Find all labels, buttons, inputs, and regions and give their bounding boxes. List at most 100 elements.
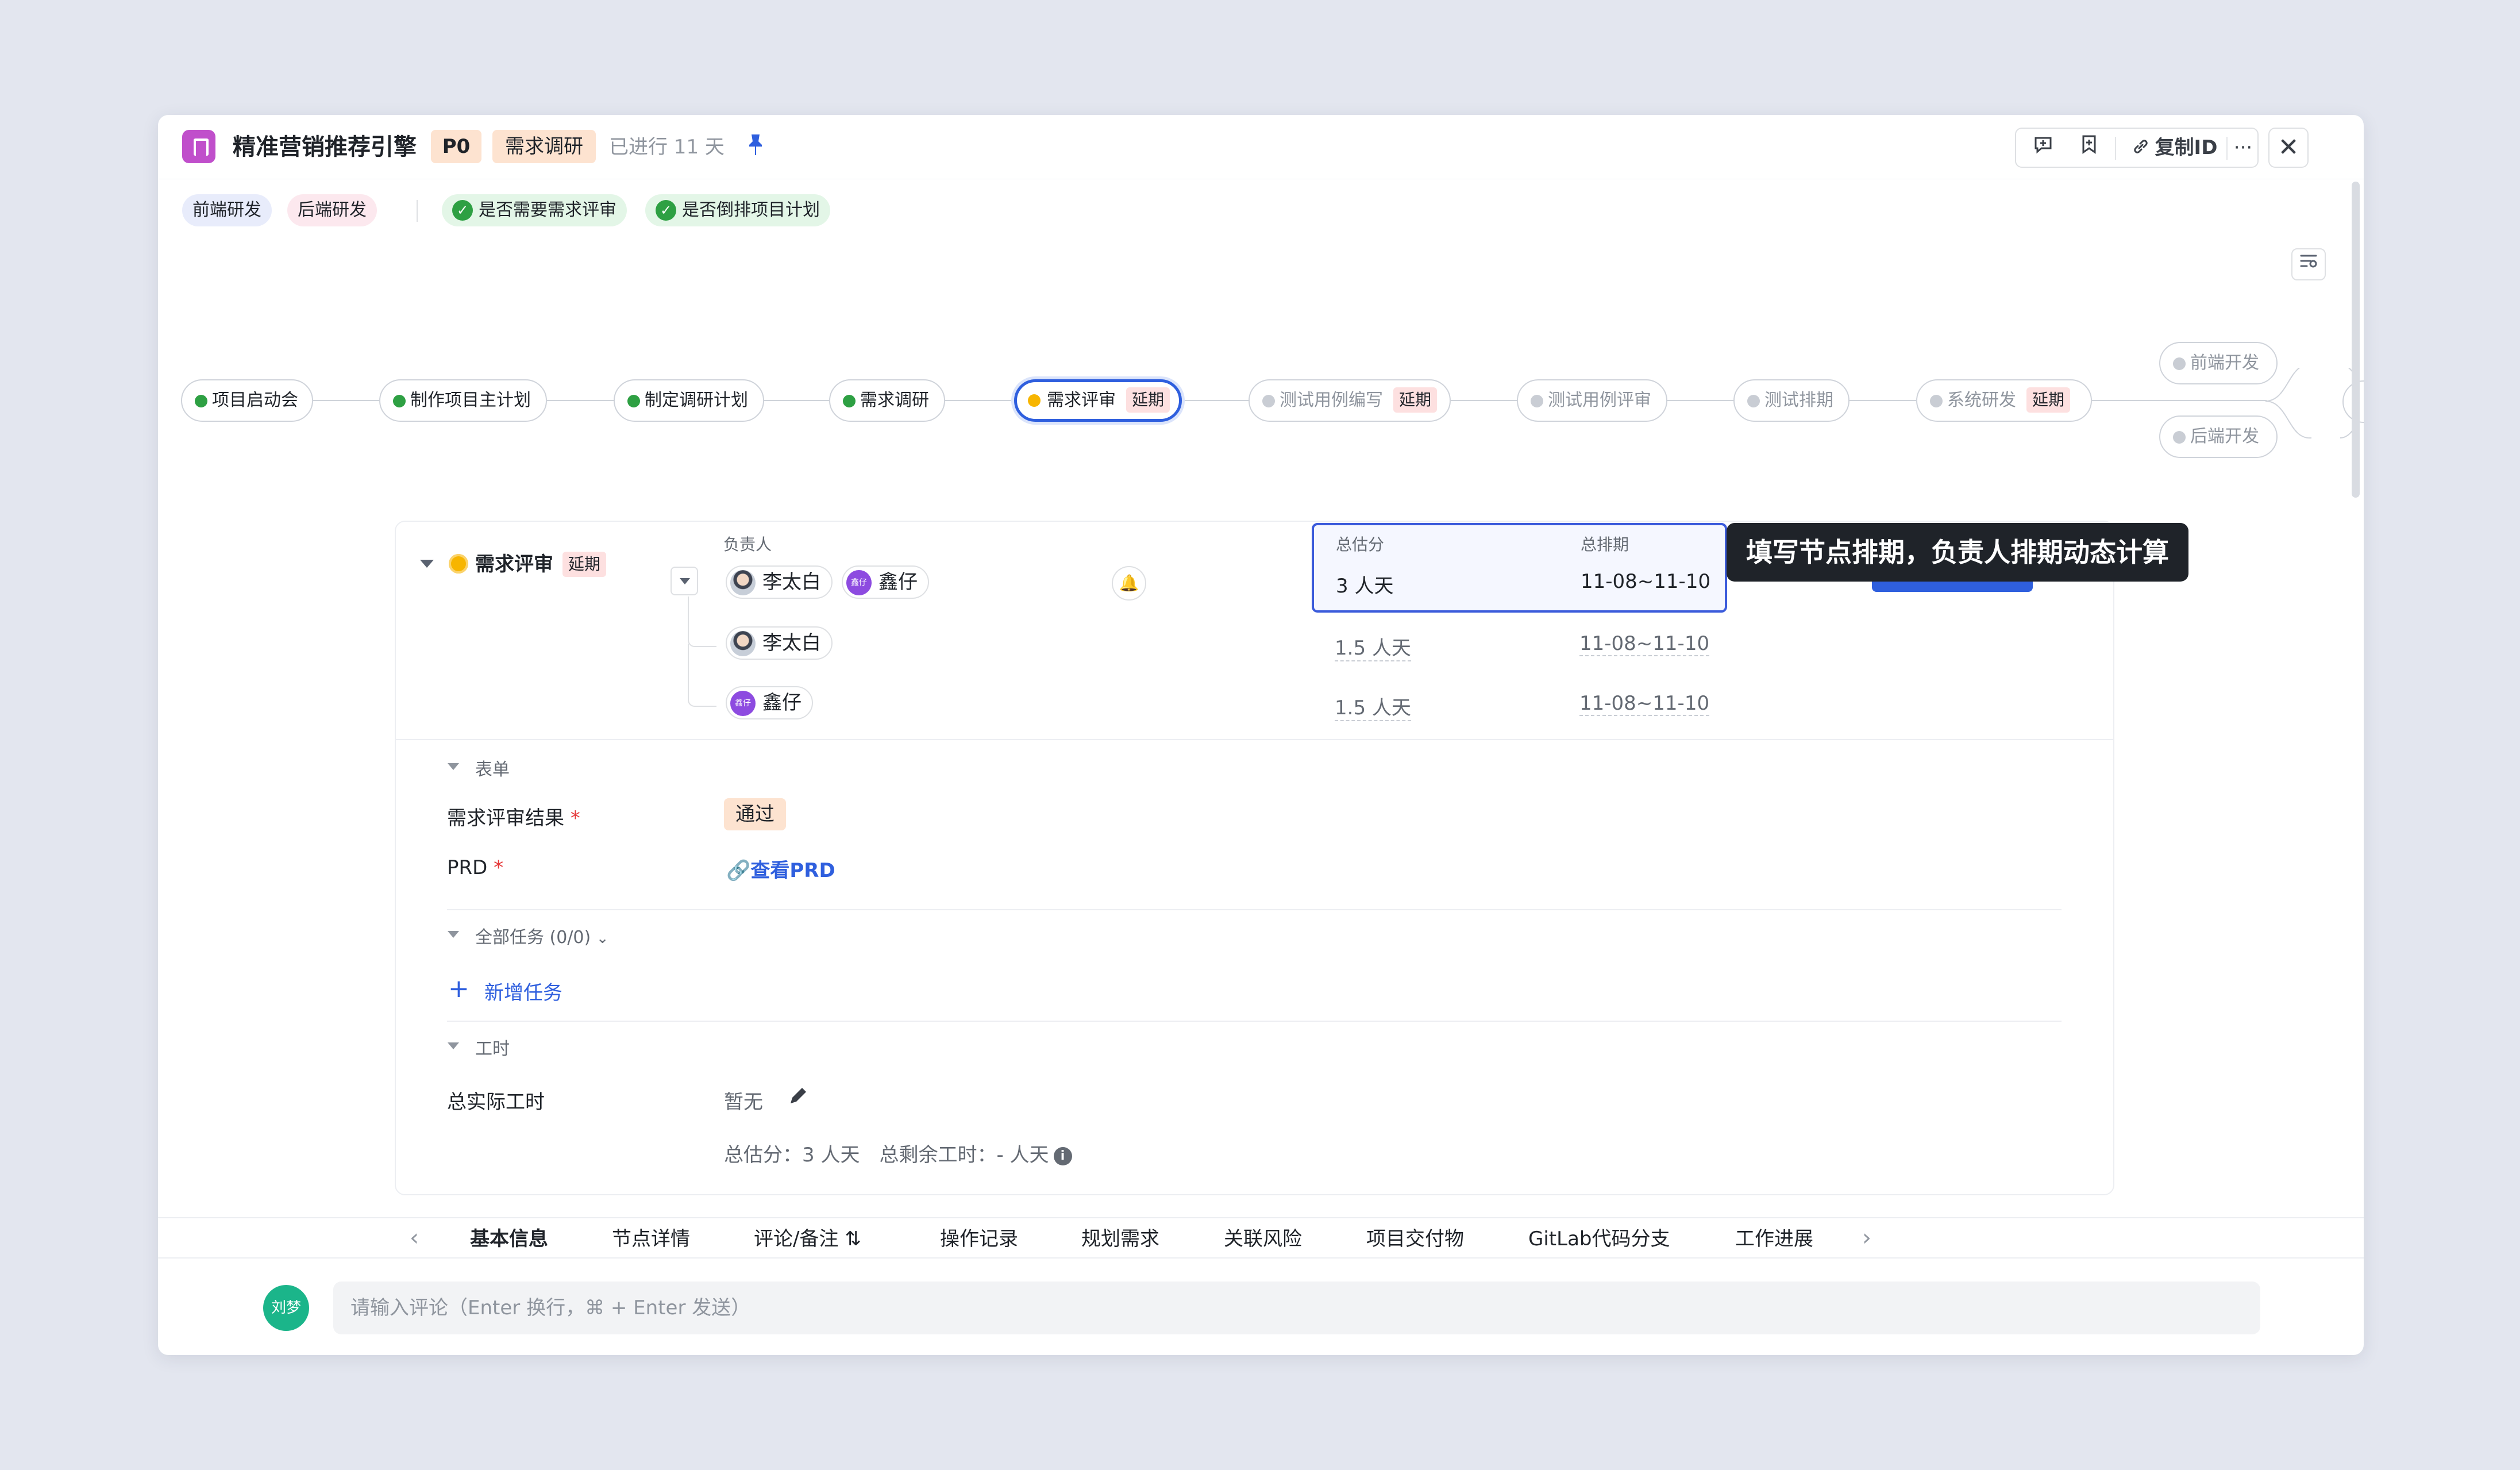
tab-gitlab-branches[interactable]: GitLab代码分支 [1528, 1226, 1670, 1252]
tag-divider [417, 200, 418, 222]
status-dot [1747, 395, 1760, 407]
delay-badge: 延期 [2026, 387, 2071, 413]
sub-owner-name: 李太白 [762, 632, 821, 655]
tab-node-details[interactable]: 节点详情 [612, 1226, 690, 1252]
comment-input[interactable] [333, 1282, 2260, 1334]
review-result-value[interactable]: 通过 [724, 798, 786, 830]
flow-node-master-plan[interactable]: 制作项目主计划 [379, 379, 547, 422]
schedule-tooltip: 填写节点排期，负责人排期动态计算 [1727, 523, 2188, 582]
delay-badge: 延期 [1393, 387, 1438, 413]
owner-header: 负责人 [723, 535, 772, 554]
flow-node-label: 需求调研 [860, 390, 929, 410]
status-dot [393, 395, 406, 407]
flow-node-label: 项目启动会 [212, 390, 298, 410]
info-icon[interactable]: i [1053, 1146, 1072, 1165]
tab-basic-info[interactable]: 基本信息 [470, 1226, 548, 1252]
pin-icon[interactable] [747, 133, 764, 163]
flow-node-label: 系统研发 [1947, 390, 2016, 410]
project-title: 精准营销推荐引擎 [233, 134, 417, 160]
tab-related-risks[interactable]: 关联风险 [1224, 1226, 1302, 1252]
priority-badge: P0 [431, 130, 481, 163]
status-dot [2173, 357, 2186, 370]
close-button[interactable]: ✕ [2268, 128, 2309, 168]
detail-tabs-bar: ‹ 基本信息 节点详情 评论/备注 ⇅ 操作记录 规划需求 关联风险 项目交付物… [158, 1217, 2364, 1259]
flow-node-label: 制作项目主计划 [410, 390, 531, 410]
flow-node-test-case-review[interactable]: 测试用例评审 [1517, 379, 1667, 422]
flow-node-test-case-writing[interactable]: 测试用例编写 延期 [1249, 379, 1451, 422]
avatar: 鑫仔 [846, 570, 872, 595]
more-button[interactable]: ··· [2229, 129, 2257, 167]
expand-subrows-toggle[interactable] [671, 567, 698, 595]
toolbar-divider [2226, 137, 2228, 160]
status-dot [627, 395, 640, 407]
status-dot-pending [449, 554, 468, 574]
bell-icon[interactable]: 🔔 [1112, 566, 1146, 601]
estimate-header: 总估分 [1336, 535, 1385, 554]
actual-worktime-value: 暂无 [724, 1091, 763, 1114]
plus-icon[interactable]: + [448, 975, 469, 1003]
bookmark-add-icon[interactable] [2075, 129, 2103, 167]
delay-badge: 延期 [562, 552, 607, 577]
flow-node-kickoff[interactable]: 项目启动会 [181, 379, 313, 422]
collapse-caret-icon[interactable] [448, 931, 459, 938]
flow-node-research-plan[interactable]: 制定调研计划 [614, 379, 764, 422]
tab-operation-log[interactable]: 操作记录 [940, 1226, 1018, 1252]
edit-pencil-icon[interactable] [787, 1085, 809, 1109]
sub-schedule[interactable]: 11-08~11-10 [1579, 692, 1710, 716]
total-estimate[interactable]: 3 人天 [1336, 570, 1393, 598]
check-review-tag: 是否需要需求评审 [442, 194, 627, 226]
tasks-section-title[interactable]: 全部任务 (0/0) ⌄ [475, 923, 609, 948]
window-header: 精准营销推荐引擎 P0 需求调研 已进行 11 天 复制ID ··· ✕ [158, 115, 2364, 179]
sub-estimate[interactable]: 1.5 人天 [1335, 692, 1411, 721]
project-detail-window: 精准营销推荐引擎 P0 需求调研 已进行 11 天 复制ID ··· ✕ 前端研… [158, 115, 2364, 1355]
sub-estimate[interactable]: 1.5 人天 [1335, 632, 1411, 661]
sub-owner-chip[interactable]: 李太白 [726, 626, 833, 660]
sub-schedule[interactable]: 11-08~11-10 [1579, 632, 1710, 656]
avatar [730, 631, 756, 656]
comment-add-icon[interactable] [2029, 129, 2057, 167]
chevron-left-icon[interactable]: ‹ [410, 1224, 419, 1252]
flow-node-label: 后端开发 [2190, 426, 2259, 447]
flow-node-system-dev[interactable]: 系统研发 延期 [1916, 379, 2092, 422]
owner-chip[interactable]: 鑫仔 鑫仔 [842, 565, 929, 599]
flow-node-label: 测试用例评审 [1548, 390, 1651, 410]
collapse-caret-icon[interactable] [448, 763, 459, 770]
tab-work-progress[interactable]: 工作进展 [1735, 1226, 1813, 1252]
owner-chip[interactable]: 李太白 [726, 565, 833, 599]
actual-worktime-label: 总实际工时 [447, 1091, 545, 1114]
tab-comments[interactable]: 评论/备注 ⇅ [754, 1226, 861, 1252]
section-divider [447, 1021, 2062, 1022]
owner-name: 鑫仔 [878, 571, 918, 594]
delay-badge: 延期 [1126, 387, 1170, 413]
link-icon [2132, 130, 2149, 168]
copy-id-button[interactable]: 复制ID [2124, 129, 2225, 167]
status-dot [2173, 431, 2186, 444]
collapse-caret-icon[interactable] [448, 1042, 459, 1049]
tab-planned-requirements[interactable]: 规划需求 [1081, 1226, 1159, 1252]
tree-connector [688, 597, 716, 647]
schedule-header: 总排期 [1581, 535, 1629, 554]
worktime-summary: 总估分：3 人天 总剩余工时：- 人天 i [724, 1139, 1072, 1167]
prd-link[interactable]: 🔗查看PRD [726, 855, 835, 883]
worktime-section-title: 工时 [475, 1039, 510, 1059]
elapsed-days: 已进行 11 天 [609, 136, 725, 159]
sub-owner-chip[interactable]: 鑫仔 鑫仔 [726, 686, 813, 719]
scrollbar[interactable] [2352, 182, 2360, 498]
tab-deliverables[interactable]: 项目交付物 [1366, 1226, 1464, 1252]
collapse-caret-icon[interactable] [420, 560, 434, 568]
flow-node-research[interactable]: 需求调研 [829, 379, 945, 422]
header-toolbar: 复制ID ··· [2015, 128, 2259, 168]
chevron-right-icon[interactable]: › [1862, 1224, 1871, 1252]
status-dot [195, 395, 207, 407]
flow-node-test-schedule[interactable]: 测试排期 [1733, 379, 1849, 422]
status-dot [1262, 395, 1275, 407]
flow-node-frontend-dev[interactable]: 前端开发 [2159, 342, 2278, 384]
card-divider [396, 739, 2113, 740]
flow-node-review[interactable]: 需求评审 延期 [1014, 379, 1182, 422]
total-schedule[interactable]: 11-08~11-10 [1581, 570, 1710, 593]
link-icon: 🔗 [726, 859, 751, 882]
add-task-button[interactable]: 新增任务 [484, 977, 562, 1005]
filter-settings-icon[interactable] [2291, 248, 2326, 280]
flow-node-label: 前端开发 [2190, 353, 2259, 373]
flow-node-backend-dev[interactable]: 后端开发 [2159, 415, 2278, 458]
